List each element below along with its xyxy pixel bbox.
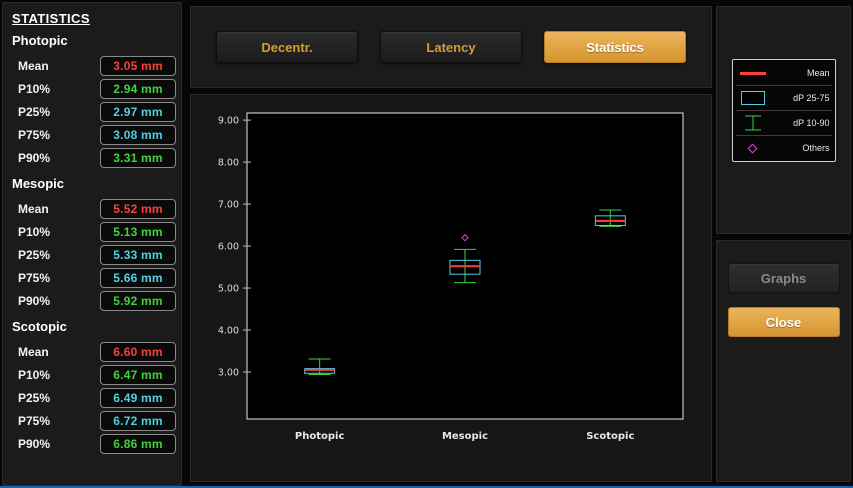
stat-label: P75% [18,413,51,428]
legend-label: dP 10-90 [793,118,830,128]
stat-row: P90% 3.31 mm [12,146,176,169]
page-title: STATISTICS [12,11,90,26]
stat-row: P75% 5.66 mm [12,266,176,289]
stat-value: 5.66 mm [100,267,176,288]
svg-text:Scotopic: Scotopic [586,431,634,442]
stat-row: P90% 6.86 mm [12,432,176,455]
actions-panel: Graphs Close [716,240,851,482]
svg-text:Photopic: Photopic [295,431,345,442]
stat-row: P10% 6.47 mm [12,363,176,386]
section-header-scotopic: Scotopic [12,319,67,334]
tab-latency[interactable]: Latency [380,31,522,63]
stat-label: P75% [18,127,51,142]
stat-value: 3.05 mm [100,55,176,76]
stat-label: P25% [18,104,51,119]
stat-value: 6.86 mm [100,433,176,454]
stat-label: P10% [18,367,51,382]
stat-row: P90% 5.92 mm [12,289,176,312]
section-header-mesopic: Mesopic [12,176,65,191]
stat-value: 5.33 mm [100,244,176,265]
stat-value: 5.13 mm [100,221,176,242]
stat-label: P10% [18,224,51,239]
legend-item-mean: Mean [735,61,832,86]
stat-value: 3.31 mm [100,147,176,168]
stat-value: 5.52 mm [100,198,176,219]
legend-label: Others [802,143,830,153]
stat-row: P75% 3.08 mm [12,123,176,146]
stat-label: P90% [18,150,51,165]
close-button[interactable]: Close [727,307,840,337]
stat-value: 6.60 mm [100,341,176,362]
svg-text:3.00: 3.00 [218,367,239,378]
svg-text:6.00: 6.00 [218,242,239,253]
stat-label: P10% [18,81,51,96]
legend-label: Mean [806,68,830,78]
statistics-screen: STATISTICS Photopic Mean 3.05 mm P10% 2.… [0,0,853,488]
stats-panel: STATISTICS Photopic Mean 3.05 mm P10% 2.… [2,2,182,486]
svg-text:7.00: 7.00 [218,200,239,211]
stat-value: 6.72 mm [100,410,176,431]
stat-value: 3.08 mm [100,124,176,145]
iqr-box-icon [736,91,770,105]
svg-text:9.00: 9.00 [218,116,239,127]
stat-row: P75% 6.72 mm [12,409,176,432]
stat-label: Mean [18,201,49,216]
stat-value: 2.94 mm [100,78,176,99]
svg-text:8.00: 8.00 [218,158,239,169]
stat-value: 2.97 mm [100,101,176,122]
outlier-diamond-icon [736,143,770,153]
stat-label: P25% [18,247,51,262]
stat-row: P10% 2.94 mm [12,77,176,100]
graphs-button[interactable]: Graphs [727,263,840,293]
section-header-photopic: Photopic [12,33,68,48]
svg-text:Mesopic: Mesopic [442,431,488,442]
legend-item-iqr: dP 25-75 [735,86,832,111]
tab-decentr[interactable]: Decentr. [216,31,358,63]
legend-item-whisker: dP 10-90 [735,111,832,136]
tab-bar: Decentr. Latency Statistics [190,6,712,88]
legend-label: dP 25-75 [793,93,830,103]
stat-row: Mean 3.05 mm [12,54,176,77]
legend-item-others: Others [736,136,832,160]
stat-value: 6.49 mm [100,387,176,408]
stat-row: Mean 5.52 mm [12,197,176,220]
boxplot-chart: 9.00 8.00 7.00 6.00 5.00 4.00 3.00 Photopic Meso… [218,112,684,442]
stat-value: 5.92 mm [100,290,176,311]
stat-label: Mean [18,58,49,73]
stat-label: P90% [18,436,51,451]
stat-row: Mean 6.60 mm [12,340,176,363]
svg-text:4.00: 4.00 [218,326,239,337]
stat-label: P75% [18,270,51,285]
tab-statistics[interactable]: Statistics [544,31,686,63]
whisker-icon [736,114,770,132]
stat-value: 6.47 mm [100,364,176,385]
stat-row: P25% 6.49 mm [12,386,176,409]
stat-label: P25% [18,390,51,405]
svg-text:5.00: 5.00 [218,284,239,295]
stat-row: P25% 2.97 mm [12,100,176,123]
mean-line-icon [736,71,770,75]
stat-row: P10% 5.13 mm [12,220,176,243]
stat-row: P25% 5.33 mm [12,243,176,266]
legend-panel: Mean dP 25-75 dP 10-90 Others [716,6,851,234]
chart-panel: 9.00 8.00 7.00 6.00 5.00 4.00 3.00 Photopic Meso… [190,94,712,482]
stat-label: Mean [18,344,49,359]
chart-legend: Mean dP 25-75 dP 10-90 Others [731,59,836,162]
stat-label: P90% [18,293,51,308]
